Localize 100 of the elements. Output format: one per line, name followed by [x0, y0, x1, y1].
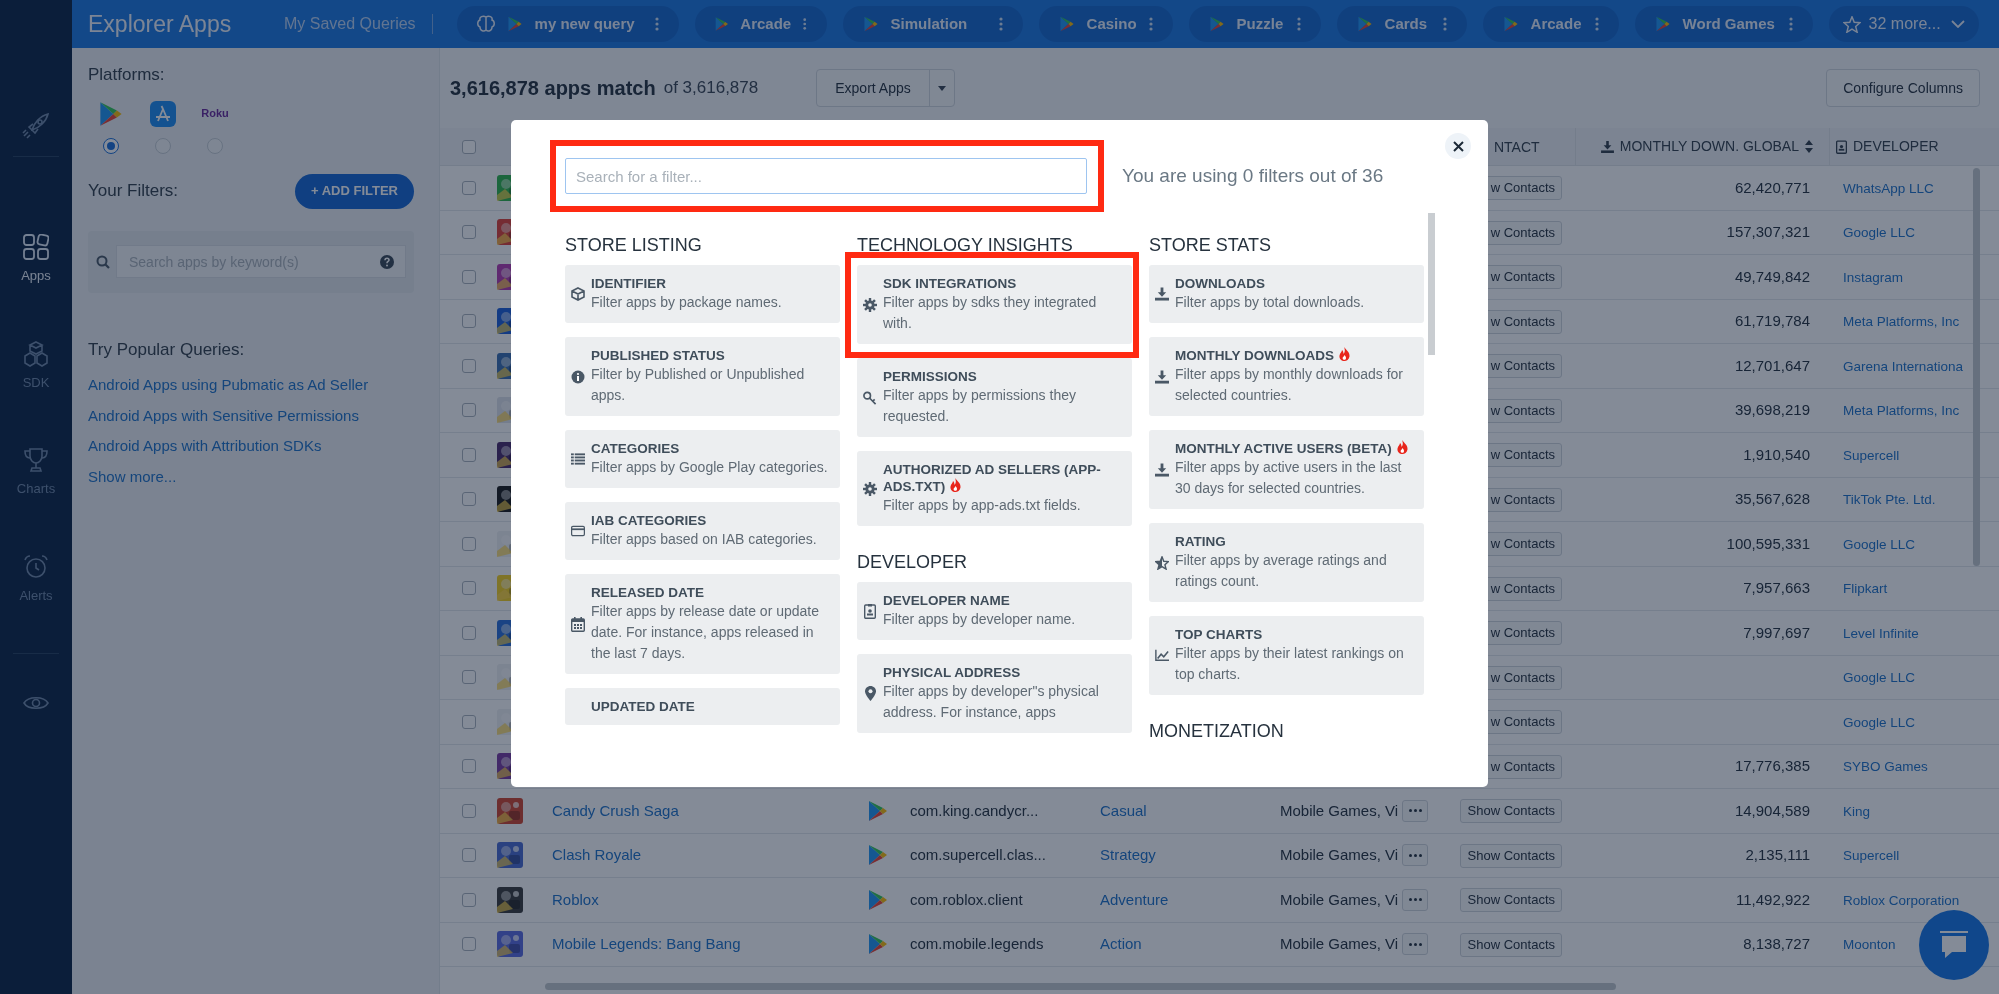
row-checkbox[interactable] [461, 225, 476, 240]
developer-link[interactable]: Google LLC [1843, 670, 1916, 686]
developer-link[interactable]: TikTok Pte. Ltd. [1843, 492, 1936, 508]
roku-logo[interactable]: Roku [201, 105, 229, 122]
popular-query-link[interactable]: Android Apps using Pubmatic as Ad Seller [88, 374, 369, 397]
saved-query-pill[interactable]: Casino [1038, 6, 1173, 42]
row-checkbox[interactable] [461, 803, 476, 818]
add-filter-button[interactable]: + ADD FILTER [294, 173, 414, 209]
cubes-icon[interactable] [23, 340, 49, 367]
show-contacts-button[interactable]: Show Contacts [1460, 799, 1562, 824]
developer-link[interactable]: Supercell [1843, 848, 1900, 864]
row-checkbox[interactable] [461, 180, 476, 195]
more-queries-button[interactable]: 32 more... [1828, 6, 1979, 42]
saved-query-pill[interactable]: Word Games [1634, 6, 1813, 42]
row-checkbox[interactable] [461, 625, 476, 640]
horizontal-scrollbar[interactable] [545, 983, 1616, 990]
more-icon[interactable] [803, 17, 807, 31]
filter-card[interactable]: PUBLISHED STATUS Filter by Published or Unpublished apps. [565, 337, 840, 416]
developer-link[interactable]: Flipkart [1843, 581, 1888, 597]
apps-grid-icon[interactable] [23, 234, 49, 260]
developer-link[interactable]: Level Infinite [1843, 625, 1919, 641]
row-checkbox[interactable] [461, 892, 476, 907]
row-checkbox[interactable] [461, 581, 476, 596]
filter-card[interactable]: CATEGORIES Filter apps by Google Play categories. [565, 430, 840, 488]
more-icon[interactable] [1788, 17, 1793, 31]
more-tags-button[interactable] [1402, 844, 1429, 867]
filter-card[interactable]: PHYSICAL ADDRESS Filter apps by developer"s physical address. For instance, apps [857, 654, 1132, 733]
vertical-scrollbar[interactable] [1973, 168, 1980, 566]
rocket-icon[interactable] [22, 112, 50, 140]
sort-icon[interactable] [1805, 140, 1813, 153]
show-more-link[interactable]: Show more... [88, 465, 177, 488]
row-checkbox[interactable] [461, 358, 476, 373]
show-contacts-button[interactable]: Show Contacts [1460, 888, 1562, 913]
app-store-icon[interactable] [150, 100, 176, 127]
filter-card[interactable]: TOP CHARTS Filter apps by their latest rankings on top charts. [1149, 616, 1424, 695]
filter-card[interactable]: AUTHORIZED AD SELLERS (APP-ADS.TXT) Filter apps by app-ads.txt fields. [857, 451, 1132, 526]
more-icon[interactable] [654, 17, 659, 31]
close-button[interactable] [1445, 133, 1471, 159]
filter-card[interactable]: IDENTIFIER Filter apps by package names. [565, 265, 840, 323]
app-name-link[interactable]: Clash Royale [552, 846, 642, 864]
configure-columns-button[interactable]: Configure Columns [1826, 69, 1980, 107]
filter-card[interactable]: RATING Filter apps by average ratings and ratings count. [1149, 523, 1424, 602]
help-icon[interactable] [380, 254, 394, 269]
filter-card[interactable]: DOWNLOADS Filter apps by total downloads. [1149, 265, 1424, 323]
filter-card[interactable]: MONTHLY ACTIVE USERS (BETA) Filter apps by active users in the last 30 days for selected countries. [1149, 430, 1424, 509]
eye-icon[interactable] [23, 694, 49, 712]
filter-card[interactable]: MONTHLY DOWNLOADS Filter apps by monthly downloads for selected countries. [1149, 337, 1424, 416]
more-icon[interactable] [998, 17, 1003, 31]
row-checkbox[interactable] [461, 759, 476, 774]
category-link[interactable]: Strategy [1100, 846, 1156, 864]
developer-link[interactable]: Meta Platforms, Inc [1843, 403, 1960, 419]
filter-card[interactable]: UPDATED DATE [565, 688, 840, 725]
select-all-checkbox[interactable] [461, 139, 476, 154]
more-icon[interactable] [1148, 17, 1153, 31]
saved-query-pill[interactable]: Puzzle [1188, 6, 1321, 42]
row-checkbox[interactable] [461, 492, 476, 507]
app-name-link[interactable]: Mobile Legends: Bang Bang [552, 935, 741, 953]
developer-link[interactable]: Google LLC [1843, 225, 1916, 241]
trophy-icon[interactable] [23, 447, 49, 473]
category-link[interactable]: Action [1100, 935, 1142, 953]
filter-card[interactable]: RELEASED DATE Filter apps by release date or update date. For instance, apps released in the last 7 days. [565, 574, 840, 674]
row-checkbox[interactable] [461, 848, 476, 863]
more-icon[interactable] [1296, 17, 1301, 31]
app-name-link[interactable]: Roblox [552, 890, 599, 908]
developer-link[interactable]: Garena Internationa [1843, 358, 1964, 374]
row-checkbox[interactable] [461, 403, 476, 418]
developer-link[interactable]: Supercell [1843, 447, 1900, 463]
column-header[interactable]: NTACT [1494, 138, 1540, 155]
saved-query-pill[interactable]: my new query [456, 6, 679, 42]
filter-search-field[interactable]: Search for a filter... [565, 158, 1087, 194]
more-tags-button[interactable] [1402, 933, 1429, 956]
saved-query-pill[interactable]: Cards [1336, 6, 1467, 42]
row-checkbox[interactable] [461, 314, 476, 329]
column-header[interactable]: MONTHLY DOWN. GLOBAL [1619, 136, 1799, 157]
more-tags-button[interactable] [1402, 888, 1429, 911]
platform-radio[interactable] [103, 137, 119, 154]
developer-link[interactable]: Instagram [1843, 269, 1904, 285]
developer-link[interactable]: Moonton [1843, 937, 1896, 953]
alarm-icon[interactable] [23, 553, 49, 580]
filter-card[interactable]: DEVELOPER NAME Filter apps by developer name. [857, 582, 1132, 640]
developer-link[interactable]: King [1843, 803, 1871, 819]
row-checkbox[interactable] [461, 269, 476, 284]
show-contacts-button[interactable]: Show Contacts [1460, 843, 1562, 868]
show-contacts-button[interactable]: Show Contacts [1460, 932, 1562, 957]
filter-card[interactable]: IAB CATEGORIES Filter apps based on IAB categories. [565, 502, 840, 560]
row-checkbox[interactable] [461, 714, 476, 729]
category-link[interactable]: Adventure [1100, 890, 1169, 908]
saved-query-pill[interactable]: Simulation [842, 6, 1023, 42]
developer-link[interactable]: Meta Platforms, Inc [1843, 314, 1960, 330]
developer-link[interactable]: WhatsApp LLC [1843, 180, 1934, 196]
popular-query-link[interactable]: Android Apps with Attribution SDKs [88, 435, 322, 458]
developer-link[interactable]: SYBO Games [1843, 759, 1928, 775]
saved-query-pill[interactable]: Arcade [694, 6, 827, 42]
saved-query-pill[interactable]: Arcade [1482, 6, 1619, 42]
row-checkbox[interactable] [461, 536, 476, 551]
filter-card[interactable]: SDK INTEGRATIONS Filter apps by sdks they integrated with. [845, 252, 1139, 358]
more-icon[interactable] [1594, 17, 1599, 31]
more-icon[interactable] [1442, 17, 1447, 31]
row-checkbox[interactable] [461, 670, 476, 685]
app-name-link[interactable]: Candy Crush Saga [552, 801, 679, 819]
